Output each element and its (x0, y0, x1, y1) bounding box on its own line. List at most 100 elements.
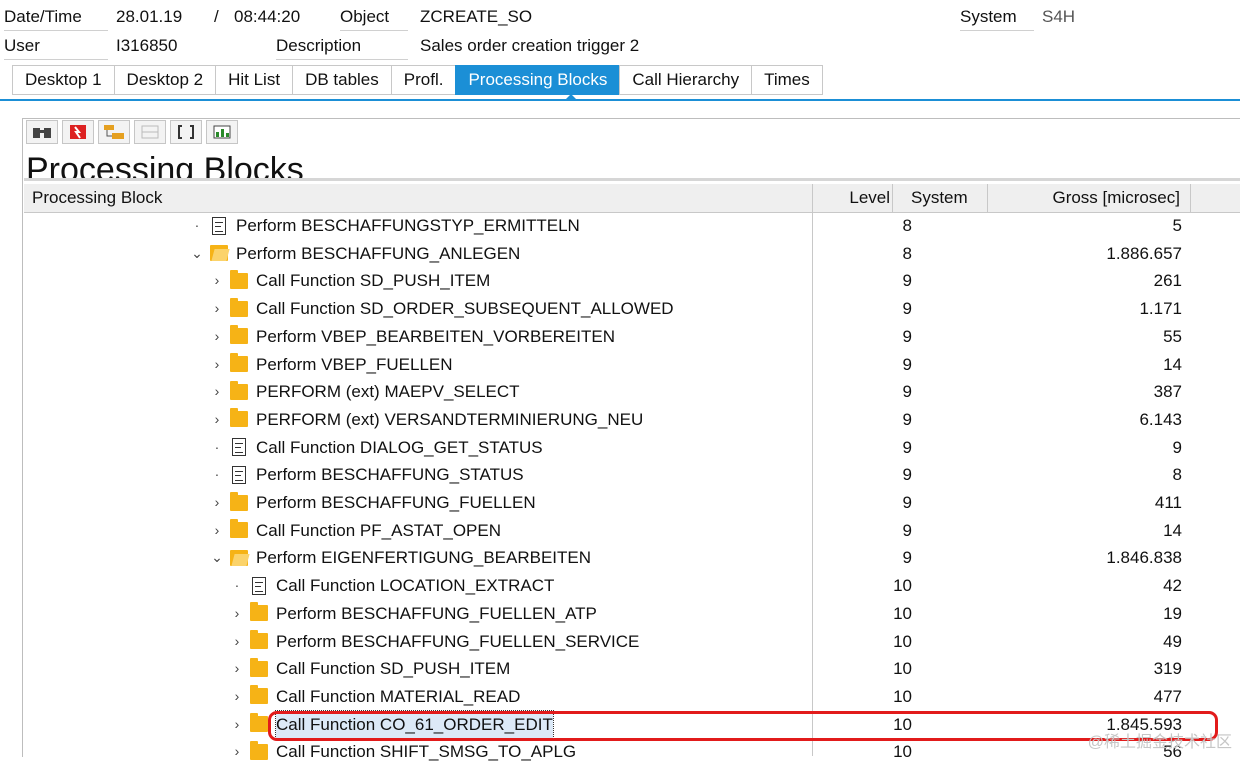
tab-call-hierarchy[interactable]: Call Hierarchy (619, 65, 752, 95)
gross-cell: 14 (1163, 520, 1182, 540)
collapse-chevron-icon[interactable]: ⌄ (190, 240, 204, 267)
processing-block-label[interactable]: Call Function DIALOG_GET_STATUS (256, 434, 543, 461)
tab-times[interactable]: Times (751, 65, 823, 95)
processing-block-label[interactable]: Call Function LOCATION_EXTRACT (276, 572, 554, 599)
bracket-icon[interactable] (170, 120, 202, 144)
expand-chevron-icon[interactable]: › (210, 351, 224, 378)
tree-row[interactable]: ⌄ Perform BESCHAFFUNG_ANLEGEN 8 1.886.657 (24, 240, 1240, 268)
leaf-bullet-icon: · (214, 466, 220, 483)
tree-row[interactable]: › Perform BESCHAFFUNG_FUELLEN_ATP 10 19 (24, 600, 1240, 628)
gross-cell: 1.171 (1139, 299, 1182, 319)
processing-block-label[interactable]: PERFORM (ext) MAEPV_SELECT (256, 378, 520, 405)
collapse-chevron-icon[interactable]: ⌄ (210, 544, 224, 571)
date-value: 28.01.19 (116, 7, 183, 26)
folder-open-icon (210, 245, 228, 262)
tree-row[interactable]: › Call Function SD_ORDER_SUBSEQUENT_ALLOW… (24, 295, 1240, 323)
layout-icon[interactable] (134, 120, 166, 144)
tree-row[interactable]: › Call Function SD_PUSH_ITEM 10 319 (24, 655, 1240, 683)
object-value: ZCREATE_SO (420, 7, 533, 26)
processing-block-label[interactable]: PERFORM (ext) VERSANDTERMINIERUNG_NEU (256, 406, 643, 433)
hierarchy-icon[interactable] (98, 120, 130, 144)
tree-row[interactable]: › Perform VBEP_FUELLEN 9 14 (24, 351, 1240, 379)
tab-db-tables[interactable]: DB tables (292, 65, 391, 95)
processing-block-label[interactable]: Perform VBEP_BEARBEITEN_VORBEREITEN (256, 323, 615, 350)
tab-desktop-2[interactable]: Desktop 2 (113, 65, 216, 95)
expand-chevron-icon[interactable]: › (230, 711, 244, 738)
processing-block-label[interactable]: Perform BESCHAFFUNG_FUELLEN (256, 489, 536, 516)
object-label: Object (340, 4, 408, 31)
folder-icon (230, 380, 248, 400)
processing-block-label[interactable]: Call Function SD_PUSH_ITEM (256, 267, 490, 294)
processing-block-label[interactable]: Perform BESCHAFFUNGSTYP_ERMITTELN (236, 212, 580, 239)
expand-chevron-icon[interactable]: › (230, 738, 244, 765)
tree-row[interactable]: › Perform VBEP_BEARBEITEN_VORBEREITEN 9 55 (24, 323, 1240, 351)
tree-row[interactable]: › Perform BESCHAFFUNG_FUELLEN 9 411 (24, 489, 1240, 517)
processing-block-label[interactable]: Perform BESCHAFFUNG_STATUS (256, 461, 524, 488)
expand-chevron-icon[interactable]: › (210, 267, 224, 294)
processing-block-label[interactable]: Perform EIGENFERTIGUNG_BEARBEITEN (256, 544, 591, 571)
panel-title: Processing Blocks (24, 144, 1240, 181)
expand-chevron-icon[interactable]: › (210, 517, 224, 544)
processing-block-label[interactable]: Perform BESCHAFFUNG_FUELLEN_ATP (276, 600, 597, 627)
tree-row[interactable]: › Perform BESCHAFFUNG_FUELLEN_SERVICE 10 49 (24, 628, 1240, 656)
tab-profl[interactable]: Profl. (390, 65, 456, 95)
tree-row[interactable]: › Call Function PF_ASTAT_OPEN 9 14 (24, 517, 1240, 545)
gross-cell: 8 (1172, 465, 1182, 485)
tree-row[interactable]: › Call Function SD_PUSH_ITEM 9 261 (24, 267, 1240, 295)
column-header-system[interactable]: System (911, 184, 968, 212)
column-header-block[interactable]: Processing Block (32, 184, 162, 212)
processing-block-label[interactable]: Call Function SD_ORDER_SUBSEQUENT_ALLOWE… (256, 295, 674, 322)
chart-icon[interactable] (206, 120, 238, 144)
document-icon (232, 438, 246, 457)
folder-icon (250, 740, 268, 760)
expand-chevron-icon[interactable]: › (210, 295, 224, 322)
tab-hit-list[interactable]: Hit List (215, 65, 293, 95)
tab-processing-blocks[interactable]: Processing Blocks (455, 65, 620, 95)
level-cell: 9 (902, 465, 912, 485)
folder-icon (230, 325, 248, 345)
processing-block-label[interactable]: Call Function SHIFT_SMSG_TO_APLG (276, 738, 576, 765)
time-value: 08:44:20 (234, 7, 301, 26)
binoculars-icon[interactable] (26, 120, 58, 144)
expand-chevron-icon[interactable]: › (230, 683, 244, 710)
delete-icon[interactable] (62, 120, 94, 144)
processing-block-label[interactable]: Call Function SD_PUSH_ITEM (276, 655, 510, 682)
tree-row[interactable]: · Perform BESCHAFFUNGSTYP_ERMITTELN 8 5 (24, 212, 1240, 240)
expand-chevron-icon[interactable]: › (210, 378, 224, 405)
expand-chevron-icon[interactable]: › (230, 628, 244, 655)
folder-icon (250, 713, 268, 733)
tree-row[interactable]: · Call Function DIALOG_GET_STATUS 9 9 (24, 434, 1240, 462)
expand-chevron-icon[interactable]: › (210, 489, 224, 516)
tree-row[interactable]: · Call Function LOCATION_EXTRACT 10 42 (24, 572, 1240, 600)
gross-cell: 19 (1163, 603, 1182, 623)
processing-block-label[interactable]: Perform BESCHAFFUNG_ANLEGEN (236, 240, 520, 267)
tree-row[interactable]: › Call Function SHIFT_SMSG_TO_APLG 10 56 (24, 738, 1240, 766)
expand-chevron-icon[interactable]: › (230, 600, 244, 627)
processing-block-label[interactable]: Perform BESCHAFFUNG_FUELLEN_SERVICE (276, 628, 639, 655)
level-cell: 9 (902, 326, 912, 346)
expand-chevron-icon[interactable]: › (210, 323, 224, 350)
folder-icon (230, 491, 248, 511)
level-cell: 8 (902, 216, 912, 235)
expand-chevron-icon[interactable]: › (230, 655, 244, 682)
processing-block-label[interactable]: Call Function MATERIAL_READ (276, 683, 520, 710)
level-cell: 10 (893, 659, 912, 679)
folder-icon (230, 519, 248, 539)
processing-block-label[interactable]: Call Function PF_ASTAT_OPEN (256, 517, 501, 544)
tree-row[interactable]: · Perform BESCHAFFUNG_STATUS 9 8 (24, 461, 1240, 489)
tree-row[interactable]: › Call Function MATERIAL_READ 10 477 (24, 683, 1240, 711)
column-header-level[interactable]: Level (849, 184, 890, 212)
tree-row[interactable]: ⌄ Perform EIGENFERTIGUNG_BEARBEITEN 9 1.846… (24, 544, 1240, 572)
gross-cell: 5 (1172, 216, 1182, 235)
expand-chevron-icon[interactable]: › (210, 406, 224, 433)
tree-row[interactable]: › PERFORM (ext) MAEPV_SELECT 9 387 (24, 378, 1240, 406)
column-header-gross[interactable]: Gross [microsec] (1052, 184, 1180, 212)
system-value: S4H (1042, 7, 1076, 26)
tab-strip: Desktop 1 Desktop 2 Hit List DB tables Profl… (12, 65, 823, 95)
processing-block-label[interactable]: Perform VBEP_FUELLEN (256, 351, 453, 378)
tab-desktop-1[interactable]: Desktop 1 (12, 65, 114, 95)
user-value: I316850 (116, 36, 178, 55)
description-label: Description (276, 33, 408, 60)
gross-cell: 387 (1153, 382, 1182, 402)
tree-row[interactable]: › PERFORM (ext) VERSANDTERMINIERUNG_NEU 9 6… (24, 406, 1240, 434)
